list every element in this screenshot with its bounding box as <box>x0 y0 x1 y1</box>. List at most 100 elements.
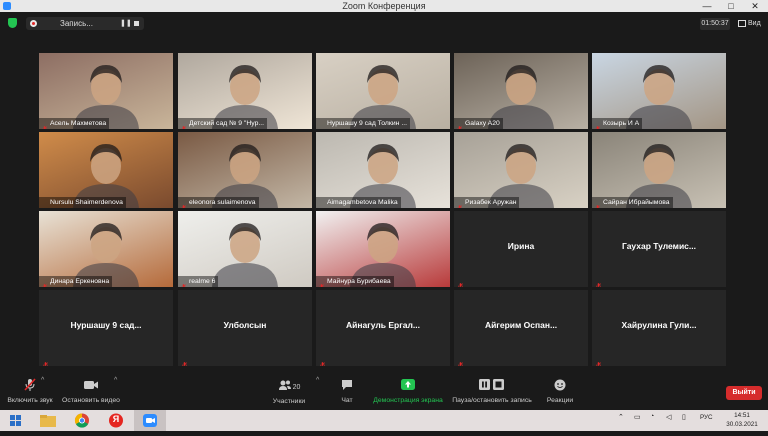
pause-stop-recording-icon <box>479 379 504 390</box>
taskbar-file-explorer[interactable] <box>32 410 64 431</box>
pause-recording-label: Пауза/остановить запись <box>452 397 532 404</box>
reactions-button[interactable]: Реакции <box>545 378 575 404</box>
view-label: Вид <box>748 20 761 27</box>
participant-name: Nursulu Shaimerdenova <box>39 197 126 208</box>
window-titlebar: Zoom Конференция — □ ✕ <box>0 0 768 12</box>
participant-name: Aimagambetova Malika <box>316 197 401 208</box>
muted-mic-icon <box>457 120 462 129</box>
muted-mic-icon <box>320 356 326 366</box>
taskbar-yandex-browser[interactable]: Я <box>100 410 132 431</box>
meeting-timer: 01:50:37 <box>700 18 730 30</box>
participant-tile[interactable]: eleonora sulaimenova <box>178 132 312 208</box>
reactions-smiley-icon <box>554 379 566 391</box>
participant-tile[interactable]: Асель Махметова <box>39 53 173 129</box>
participant-tile[interactable]: realme 6 <box>178 211 312 287</box>
stop-video-button[interactable]: Остановить видео ^ <box>60 377 122 404</box>
participant-name: Айгерим Оспан... <box>484 320 558 330</box>
participant-name: Асель Махметова <box>39 118 110 129</box>
participant-tile[interactable]: Ирина <box>454 211 588 287</box>
muted-mic-icon <box>458 356 464 366</box>
taskbar-chrome[interactable] <box>66 410 98 431</box>
security-shield-icon[interactable] <box>8 18 17 28</box>
participant-tile[interactable]: Сайран Ибрайымова <box>592 132 726 208</box>
close-window-button[interactable]: ✕ <box>744 0 766 12</box>
participant-tile[interactable]: Гаухар Тулемис... <box>592 211 726 287</box>
participant-name: Улболсын <box>223 320 267 330</box>
keyboard-language[interactable]: РУС <box>700 414 713 421</box>
participant-name: Ризабек Аружан <box>454 197 520 208</box>
tray-volume-icon[interactable]: ◁ <box>666 413 671 421</box>
recording-dot-icon <box>30 20 37 27</box>
video-options-caret-icon[interactable]: ^ <box>114 377 117 384</box>
pause-stop-recording-button[interactable]: Пауза/остановить запись <box>450 378 534 404</box>
share-screen-label: Демонстрация экрана <box>373 397 443 404</box>
chat-button[interactable]: Чат <box>334 378 360 404</box>
taskbar-zoom[interactable] <box>134 410 166 431</box>
leave-meeting-button[interactable]: Выйти <box>726 386 762 400</box>
muted-mic-icon <box>181 120 186 129</box>
share-screen-button[interactable]: Демонстрация экрана <box>372 378 444 404</box>
participant-name: Динара Еркеновна <box>39 276 113 287</box>
muted-mic-icon <box>457 199 462 208</box>
taskbar-clock[interactable]: 14:51 30.03.2021 <box>724 411 760 429</box>
participant-tile[interactable]: Козырь И А <box>592 53 726 129</box>
minimize-button[interactable]: — <box>696 0 718 12</box>
recording-label: Запись... <box>60 19 93 28</box>
participant-name: Нуршашу 9 сад Толкин ... <box>316 118 410 129</box>
muted-mic-icon <box>181 199 186 208</box>
participant-name: eleonora sulaimenova <box>178 197 259 208</box>
participant-tile[interactable]: Galaxy A20 <box>454 53 588 129</box>
tray-expand-icon[interactable]: ⌃ <box>618 413 624 421</box>
participant-tile[interactable]: Ризабек Аружан <box>454 132 588 208</box>
muted-microphone-icon <box>24 378 36 391</box>
participant-tile[interactable]: Динара Еркеновна <box>39 211 173 287</box>
muted-mic-icon <box>458 277 464 287</box>
participant-tile[interactable]: Айнагуль Ергал... <box>316 290 450 366</box>
participant-tile[interactable]: Aimagambetova Malika <box>316 132 450 208</box>
pause-recording-icon[interactable]: ❚❚ <box>120 17 132 30</box>
view-button[interactable]: Вид <box>738 17 761 31</box>
reactions-label: Реакции <box>546 397 574 404</box>
windows-start-button[interactable] <box>0 410 32 431</box>
chrome-icon <box>74 413 89 428</box>
windows-logo-icon <box>10 415 21 426</box>
window-title: Zoom Конференция <box>342 1 426 11</box>
share-screen-icon <box>401 379 415 390</box>
muted-mic-icon <box>319 278 324 287</box>
participant-tile[interactable]: Нуршашу 9 сад... <box>39 290 173 366</box>
participant-tile[interactable]: Майнура Бурибаева <box>316 211 450 287</box>
unmute-button[interactable]: Включить звук ^ <box>5 377 55 404</box>
participants-caret-icon[interactable]: ^ <box>316 377 319 384</box>
participant-tile[interactable]: Нуршашу 9 сад Толкин ... <box>316 53 450 129</box>
tray-network-icon[interactable]: ▭ <box>634 413 641 421</box>
stop-recording-icon[interactable] <box>134 21 139 26</box>
tray-notification-icon[interactable]: ▯ <box>682 413 686 421</box>
participants-count: 20 <box>292 384 301 391</box>
muted-mic-icon <box>596 277 602 287</box>
participant-name: Ирина <box>507 241 535 251</box>
audio-options-caret-icon[interactable]: ^ <box>41 377 44 384</box>
maximize-button[interactable]: □ <box>720 0 742 12</box>
muted-mic-icon <box>181 278 186 287</box>
participant-tile[interactable]: Айгерим Оспан... <box>454 290 588 366</box>
participants-button[interactable]: 20 Участники ^ <box>270 377 320 405</box>
chat-label: Чат <box>341 397 353 404</box>
participants-label: Участники <box>272 398 306 405</box>
participant-tile[interactable]: Улболсын <box>178 290 312 366</box>
stop-video-label: Остановить видео <box>62 397 120 404</box>
clock-date: 30.03.2021 <box>726 421 758 428</box>
tray-wifi-icon[interactable]: ◔ <box>650 413 654 420</box>
muted-mic-icon <box>43 356 49 366</box>
participant-tile[interactable]: Хайрулина Гули... <box>592 290 726 366</box>
participant-name: Нуршашу 9 сад... <box>70 320 142 330</box>
muted-mic-icon <box>42 278 47 287</box>
muted-mic-icon <box>595 120 600 129</box>
grid-view-icon <box>738 19 746 27</box>
participant-tile[interactable]: Детский сад № 9 "Нур... <box>178 53 312 129</box>
participant-name: Гаухар Тулемис... <box>622 241 696 251</box>
participants-icon <box>278 380 291 390</box>
participant-tile[interactable]: Nursulu Shaimerdenova <box>39 132 173 208</box>
chat-icon <box>342 380 352 390</box>
muted-mic-icon <box>596 356 602 366</box>
muted-mic-icon <box>42 120 47 129</box>
